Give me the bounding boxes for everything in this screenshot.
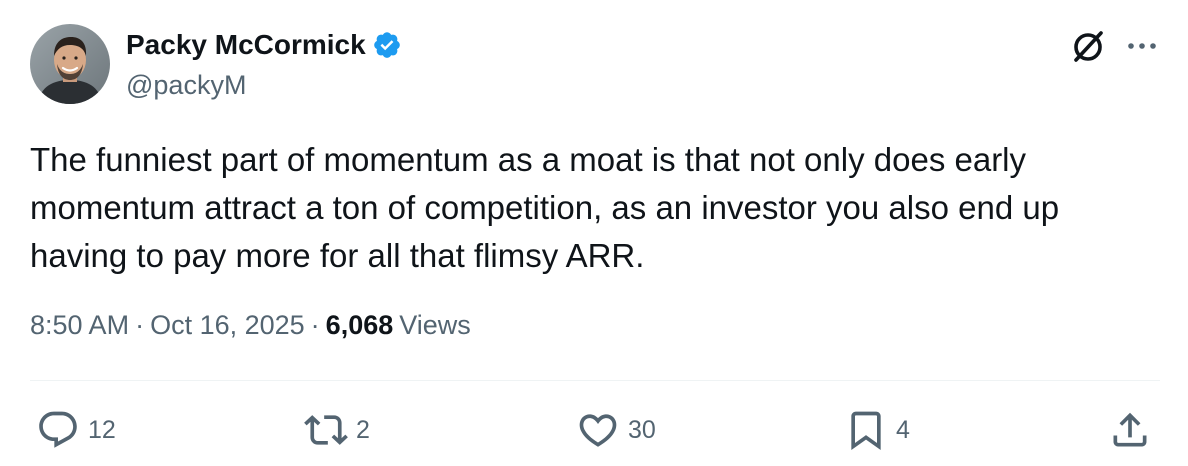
verified-badge-icon[interactable] bbox=[372, 30, 402, 60]
author-name-row: Packy McCormick bbox=[126, 26, 402, 64]
tweet-text: The funniest part of momentum as a moat … bbox=[30, 141, 1060, 274]
repost-button[interactable]: 2 bbox=[304, 408, 370, 452]
grok-icon[interactable] bbox=[1068, 26, 1108, 66]
views-label: Views bbox=[399, 310, 471, 340]
like-icon bbox=[579, 414, 617, 447]
share-button[interactable] bbox=[1108, 408, 1152, 452]
avatar[interactable] bbox=[30, 24, 110, 104]
tweet-card: Packy McCormick @packyM The funniest par… bbox=[0, 0, 1188, 466]
reply-icon bbox=[39, 411, 77, 448]
author-handle[interactable]: @packyM bbox=[126, 70, 246, 101]
repost-icon bbox=[304, 415, 348, 445]
like-count: 30 bbox=[628, 415, 656, 444]
reply-count: 12 bbox=[88, 415, 116, 444]
meta-separator: · bbox=[310, 310, 320, 340]
tweet-time[interactable]: 8:50 AM bbox=[30, 310, 129, 341]
author-display-name[interactable]: Packy McCormick bbox=[126, 29, 366, 61]
more-icon[interactable] bbox=[1124, 34, 1160, 58]
views-count[interactable]: 6,068 bbox=[326, 310, 394, 341]
bookmark-icon bbox=[851, 411, 881, 451]
tweet-meta: 8:50 AM · Oct 16, 2025 · 6,068 Views bbox=[30, 310, 471, 341]
divider bbox=[30, 380, 1160, 381]
like-button[interactable]: 30 bbox=[576, 408, 656, 452]
bookmark-count: 4 bbox=[896, 415, 910, 444]
tweet-date[interactable]: Oct 16, 2025 bbox=[150, 310, 305, 341]
repost-count: 2 bbox=[356, 415, 370, 444]
meta-separator: · bbox=[135, 310, 145, 340]
bookmark-button[interactable]: 4 bbox=[844, 408, 910, 452]
reply-button[interactable]: 12 bbox=[36, 408, 116, 452]
share-icon bbox=[1113, 412, 1147, 447]
